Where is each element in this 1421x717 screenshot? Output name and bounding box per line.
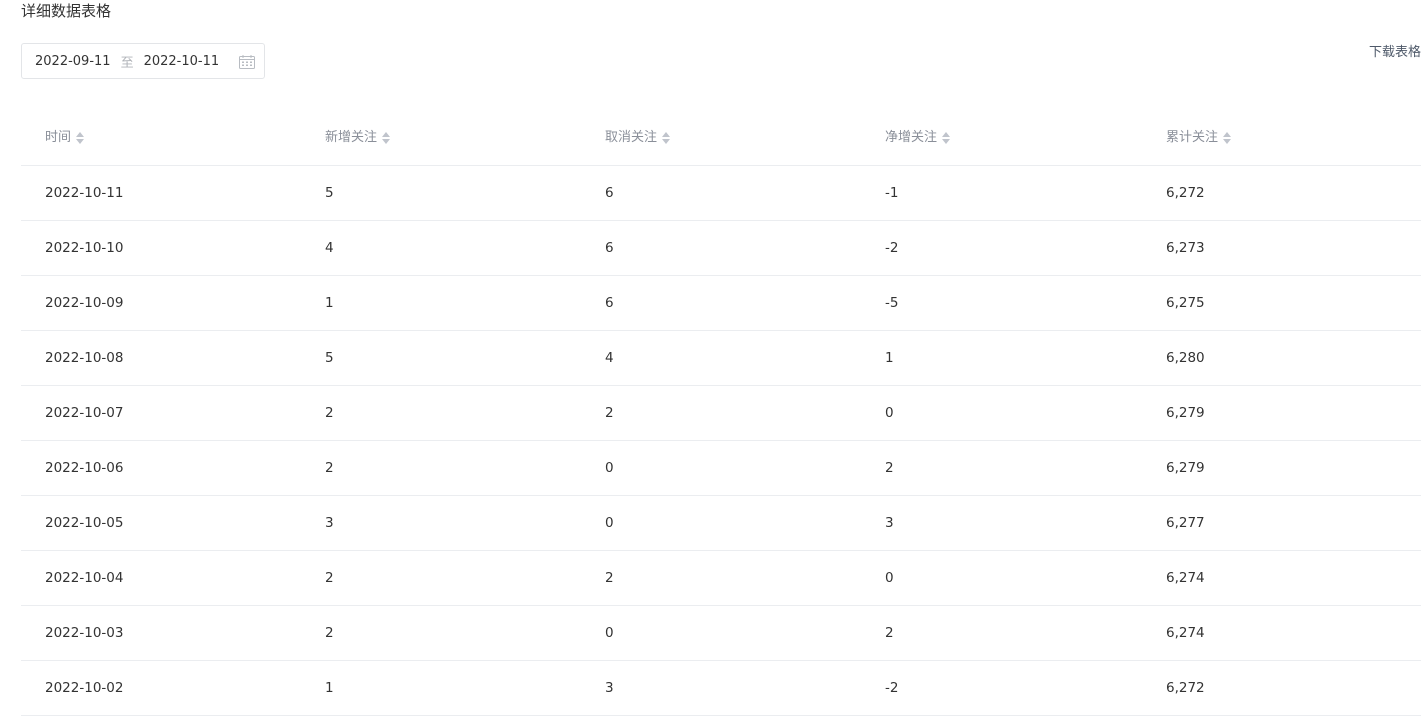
column-label: 累计关注 <box>1166 130 1219 145</box>
header-net-follows[interactable]: 净增关注 <box>885 111 951 165</box>
calendar-icon[interactable] <box>239 55 255 69</box>
section-title: 详细数据表格 <box>21 2 112 20</box>
start-date[interactable]: 2022-09-11 <box>35 54 111 69</box>
column-label: 净增关注 <box>885 130 938 145</box>
cell-total-follows: 6,274 <box>1166 625 1205 641</box>
cell-new-follows: 5 <box>325 185 334 201</box>
cell-net-follows: -2 <box>885 680 899 696</box>
table-row: 2022-10-06 2 0 2 6,279 <box>21 441 1421 496</box>
cell-unfollows: 3 <box>605 680 614 696</box>
cell-unfollows: 6 <box>605 240 614 256</box>
header-total-follows[interactable]: 累计关注 <box>1166 111 1232 165</box>
header-time[interactable]: 时间 <box>45 111 85 165</box>
end-date[interactable]: 2022-10-11 <box>144 54 220 69</box>
cell-new-follows: 4 <box>325 240 334 256</box>
cell-net-follows: -1 <box>885 185 899 201</box>
cell-time: 2022-10-10 <box>45 240 124 256</box>
sort-icon[interactable] <box>941 131 951 145</box>
cell-net-follows: -5 <box>885 295 899 311</box>
cell-time: 2022-10-03 <box>45 625 124 641</box>
cell-total-follows: 6,279 <box>1166 405 1205 421</box>
cell-time: 2022-10-07 <box>45 405 124 421</box>
cell-total-follows: 6,277 <box>1166 515 1205 531</box>
download-table-link[interactable]: 下载表格 <box>1369 44 1421 62</box>
table-row: 2022-10-07 2 2 0 6,279 <box>21 386 1421 441</box>
cell-net-follows: 3 <box>885 515 894 531</box>
table-row: 2022-10-04 2 2 0 6,274 <box>21 551 1421 606</box>
cell-unfollows: 2 <box>605 570 614 586</box>
cell-net-follows: -2 <box>885 240 899 256</box>
cell-total-follows: 6,273 <box>1166 240 1205 256</box>
cell-new-follows: 2 <box>325 625 334 641</box>
table-row: 2022-10-03 2 0 2 6,274 <box>21 606 1421 661</box>
sort-icon[interactable] <box>381 131 391 145</box>
cell-time: 2022-10-04 <box>45 570 124 586</box>
cell-total-follows: 6,272 <box>1166 185 1205 201</box>
cell-time: 2022-10-08 <box>45 350 124 366</box>
cell-new-follows: 2 <box>325 460 334 476</box>
cell-total-follows: 6,279 <box>1166 460 1205 476</box>
cell-net-follows: 0 <box>885 570 894 586</box>
cell-net-follows: 1 <box>885 350 894 366</box>
cell-net-follows: 0 <box>885 405 894 421</box>
column-label: 时间 <box>45 130 72 145</box>
data-table: 时间 新增关注 取消关注 净增关注 累计关注 2022-10-11 5 6 -1 6,272 20… <box>21 111 1421 716</box>
cell-time: 2022-10-02 <box>45 680 124 696</box>
header-new-follows[interactable]: 新增关注 <box>325 111 391 165</box>
sort-icon[interactable] <box>75 131 85 145</box>
table-row: 2022-10-11 5 6 -1 6,272 <box>21 166 1421 221</box>
cell-total-follows: 6,275 <box>1166 295 1205 311</box>
cell-new-follows: 5 <box>325 350 334 366</box>
date-range-picker[interactable]: 2022-09-11 至 2022-10-11 <box>21 43 265 79</box>
table-header: 时间 新增关注 取消关注 净增关注 累计关注 <box>21 111 1421 166</box>
cell-new-follows: 2 <box>325 405 334 421</box>
sort-icon[interactable] <box>1222 131 1232 145</box>
table-row: 2022-10-09 1 6 -5 6,275 <box>21 276 1421 331</box>
header-unfollows[interactable]: 取消关注 <box>605 111 671 165</box>
cell-time: 2022-10-09 <box>45 295 124 311</box>
cell-net-follows: 2 <box>885 625 894 641</box>
sort-icon[interactable] <box>661 131 671 145</box>
cell-unfollows: 0 <box>605 625 614 641</box>
cell-time: 2022-10-06 <box>45 460 124 476</box>
cell-total-follows: 6,274 <box>1166 570 1205 586</box>
cell-new-follows: 1 <box>325 295 334 311</box>
column-label: 取消关注 <box>605 130 658 145</box>
date-separator: 至 <box>120 55 134 71</box>
cell-new-follows: 1 <box>325 680 334 696</box>
cell-unfollows: 4 <box>605 350 614 366</box>
cell-unfollows: 0 <box>605 515 614 531</box>
cell-net-follows: 2 <box>885 460 894 476</box>
cell-total-follows: 6,272 <box>1166 680 1205 696</box>
table-row: 2022-10-10 4 6 -2 6,273 <box>21 221 1421 276</box>
cell-time: 2022-10-05 <box>45 515 124 531</box>
cell-unfollows: 0 <box>605 460 614 476</box>
cell-time: 2022-10-11 <box>45 185 124 201</box>
table-row: 2022-10-02 1 3 -2 6,272 <box>21 661 1421 716</box>
table-body: 2022-10-11 5 6 -1 6,272 2022-10-10 4 6 -2 6,273 20… <box>21 166 1421 716</box>
cell-unfollows: 2 <box>605 405 614 421</box>
cell-new-follows: 3 <box>325 515 334 531</box>
cell-unfollows: 6 <box>605 185 614 201</box>
table-row: 2022-10-08 5 4 1 6,280 <box>21 331 1421 386</box>
cell-unfollows: 6 <box>605 295 614 311</box>
cell-total-follows: 6,280 <box>1166 350 1205 366</box>
column-label: 新增关注 <box>325 130 378 145</box>
cell-new-follows: 2 <box>325 570 334 586</box>
table-row: 2022-10-05 3 0 3 6,277 <box>21 496 1421 551</box>
